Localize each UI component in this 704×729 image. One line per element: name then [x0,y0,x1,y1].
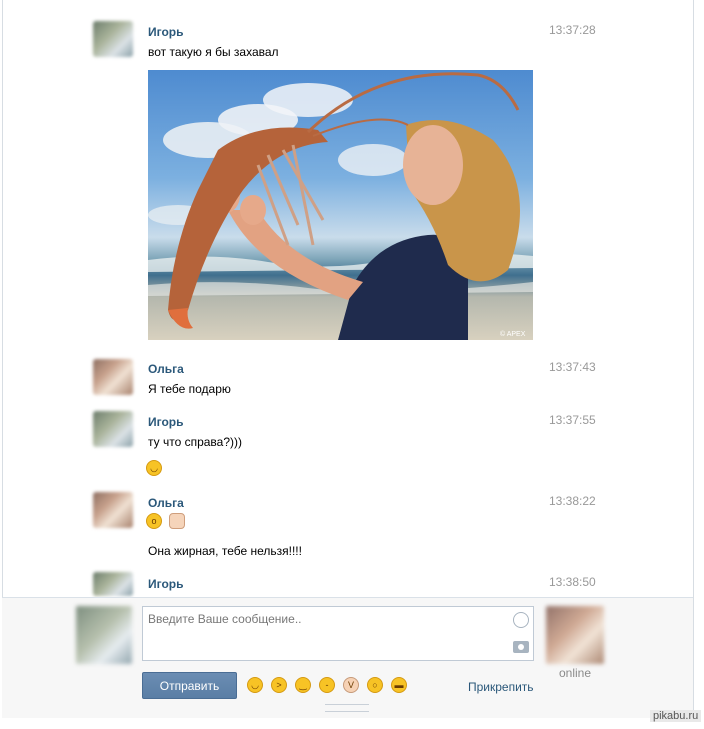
camera-icon[interactable] [513,641,529,653]
message-text: Она жирная, тебе нельзя!!!! [148,544,302,558]
blush-emoji-icon[interactable]: ‿ [295,677,311,693]
sunglasses-emoji-icon[interactable]: ▬ [391,677,407,693]
message-time: 13:37:28 [549,23,596,37]
peer-online-status: online [559,666,592,680]
message-input[interactable] [143,607,503,660]
message-input-box[interactable] [142,606,534,661]
message-author[interactable]: Игорь [148,25,184,39]
resize-grip[interactable] [325,704,369,712]
send-button[interactable]: Отправить [142,672,237,699]
attach-link[interactable]: Прикрепить [468,680,534,694]
message-text: вот такую я бы захавал [148,45,279,59]
message-time: 13:38:50 [549,575,596,589]
message-time: 13:38:22 [549,494,596,508]
peer-avatar[interactable] [546,606,604,664]
message-photo[interactable]: © APEX [148,70,533,340]
message-text: Я тебе подарю [148,382,231,396]
lobster-photo-image: © APEX [148,72,533,340]
smile-icon[interactable] [513,612,529,628]
message-time: 13:37:43 [549,360,596,374]
message-text: ту что справа?))) [148,435,243,449]
scared-emoji-icon[interactable]: ○ [367,677,383,693]
message-author[interactable]: Игорь [148,577,184,591]
avatar[interactable] [93,21,133,57]
grinning-squint-emoji-icon[interactable]: > [271,677,287,693]
laughing-emoji-icon[interactable]: ◡ [247,677,263,693]
avatar[interactable] [93,359,133,395]
message-time: 13:37:55 [549,413,596,427]
avatar[interactable] [93,492,133,528]
watermark: pikabu.ru [650,710,702,722]
message-author[interactable]: Ольга [148,362,184,376]
my-avatar[interactable] [76,606,132,664]
avatar[interactable] [93,411,133,447]
avatar[interactable] [93,572,133,596]
message-author[interactable]: Ольга [148,496,184,510]
laughing-emoji-icon: ◡ [146,460,162,476]
victory-hand-icon[interactable]: V [343,677,359,693]
message-author[interactable]: Игорь [148,415,184,429]
fist-bump-icon [169,513,185,529]
yum-emoji-icon[interactable]: - [319,677,335,693]
photo-credit: © APEX [500,330,526,338]
astonished-emoji-icon: o [146,513,162,529]
